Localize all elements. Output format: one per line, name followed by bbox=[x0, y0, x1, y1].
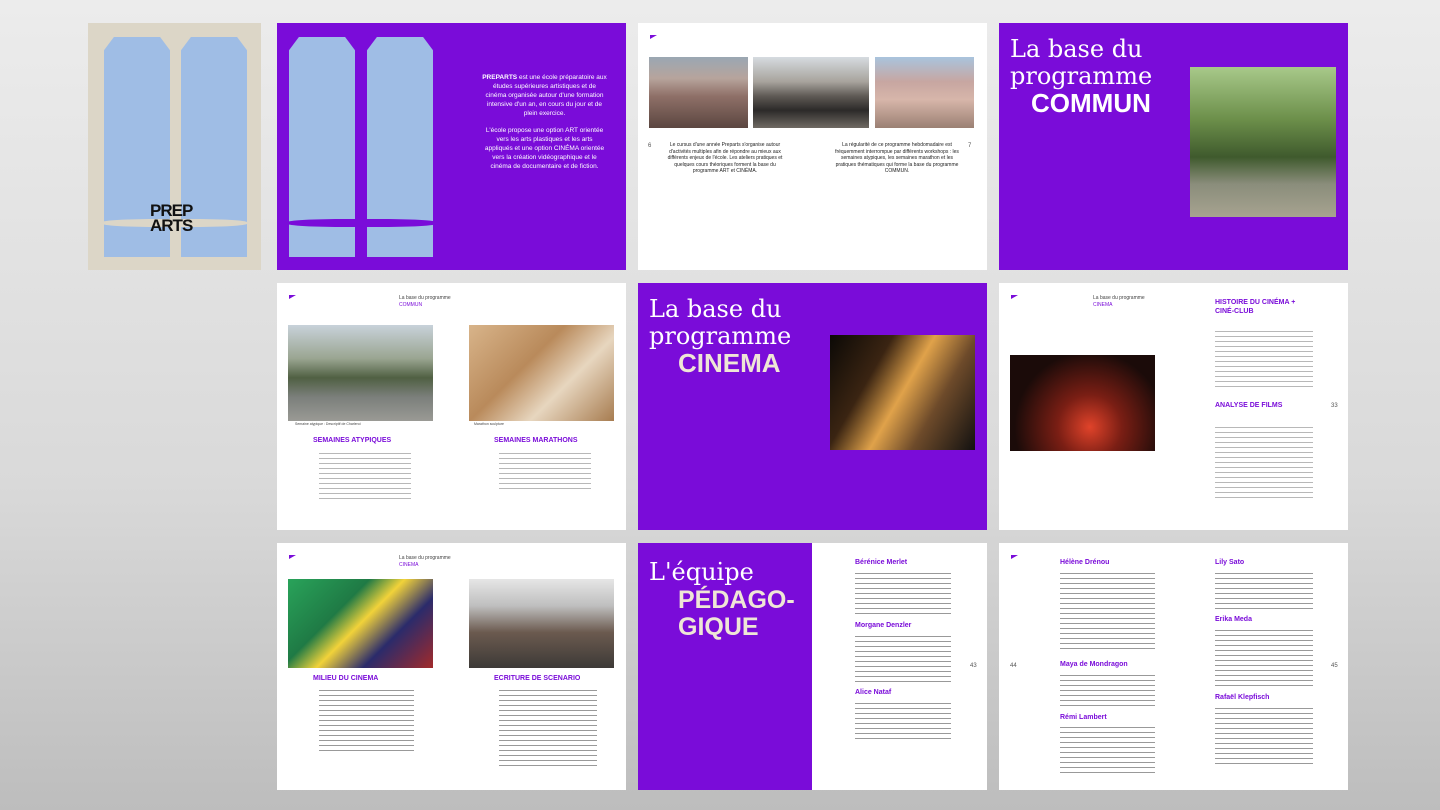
brochure-commun-page[interactable]: La base du programme COMMUN bbox=[999, 23, 1348, 270]
running-header: La base du programme CINEMA bbox=[399, 555, 451, 568]
body-text-left bbox=[319, 453, 411, 503]
photo-group-park bbox=[1190, 67, 1336, 217]
page-number: 6 bbox=[648, 143, 652, 149]
preparts-mini-logo bbox=[289, 555, 296, 559]
section-title: ANALYSE DE FILMS bbox=[1215, 402, 1283, 409]
preparts-mini-logo bbox=[650, 35, 657, 39]
body-text bbox=[855, 703, 951, 741]
equipe-title: L'équipe bbox=[649, 558, 754, 586]
section-title: MILIEU DU CINEMA bbox=[313, 675, 379, 682]
body-text bbox=[855, 573, 951, 615]
body-text bbox=[1060, 675, 1155, 707]
page-number: 7 bbox=[968, 143, 972, 149]
intro-text: PREPARTS est une école préparatoire aux … bbox=[482, 74, 607, 170]
photo-light-shadow bbox=[830, 335, 975, 450]
section-title: SEMAINES ATYPIQUES bbox=[313, 437, 392, 444]
photo-group-street bbox=[753, 57, 869, 128]
photo-green-screen-set bbox=[288, 579, 433, 668]
brochure-cover[interactable]: PREP ARTS bbox=[88, 23, 261, 270]
brochure-cinema-page[interactable]: La base du programme CINEMA bbox=[638, 283, 987, 530]
photo-pink-building bbox=[875, 57, 974, 128]
team-member-name: Hélène Drénou bbox=[1060, 559, 1110, 566]
team-member-name: Maya de Mondragon bbox=[1060, 661, 1128, 668]
team-member-name: Rafaël Klepfisch bbox=[1215, 694, 1270, 701]
brochure-team-page[interactable]: Hélène Drénou Maya de Mondragon Rémi Lam… bbox=[999, 543, 1348, 790]
body-text bbox=[1215, 331, 1313, 391]
brochure-intro-page[interactable]: PREPARTS est une école préparatoire aux … bbox=[277, 23, 626, 270]
photo-caption: Semaine atypique : Descriptif de Charler… bbox=[295, 422, 361, 426]
team-member-name: Morgane Denzler bbox=[855, 622, 912, 629]
body-text-left bbox=[319, 690, 414, 752]
team-member-name: Lily Sato bbox=[1215, 559, 1245, 566]
body-text-right bbox=[499, 690, 597, 768]
intro-window-art bbox=[277, 23, 451, 270]
page-number: 43 bbox=[970, 663, 977, 669]
page-number: 45 bbox=[1331, 663, 1338, 669]
photo-caption: Marathon sculpture bbox=[474, 422, 504, 426]
commun-title: La base du programme COMMUN bbox=[1010, 35, 1153, 118]
preparts-mini-logo bbox=[1011, 555, 1018, 559]
brochure-histoire-page[interactable]: La base du programme CINEMA HISTOIRE DU … bbox=[999, 283, 1348, 530]
photo-students-classroom bbox=[469, 579, 614, 668]
photo-wood-sculpture bbox=[469, 325, 614, 421]
cinema-title: La base du programme CINEMA bbox=[649, 295, 792, 378]
team-member-name: Erika Meda bbox=[1215, 616, 1252, 623]
section-title: HISTOIRE DU CINÉMA + CINÉ-CLUB bbox=[1215, 299, 1296, 315]
spread-text-right: La régularité de ce programme hebdomadai… bbox=[835, 142, 959, 174]
body-text-right bbox=[499, 453, 591, 491]
photo-river-walk bbox=[288, 325, 433, 421]
brochure-equipe-page[interactable]: L'équipe PÉDAGO- GIQUE Bérénice Merlet M… bbox=[638, 543, 987, 790]
section-title: ECRITURE DE SCENARIO bbox=[494, 675, 581, 682]
body-text bbox=[1215, 708, 1313, 766]
spread-text-left: Le cursus d'une année Preparts s'organis… bbox=[667, 142, 783, 174]
body-text bbox=[1215, 573, 1313, 609]
photo-red-theatre bbox=[1010, 355, 1155, 451]
body-text bbox=[1215, 630, 1313, 688]
equipe-title-bold: PÉDAGO- GIQUE bbox=[678, 586, 795, 641]
preparts-mini-logo bbox=[1011, 295, 1018, 299]
page-number: 33 bbox=[1331, 403, 1338, 409]
window-crossbar bbox=[287, 219, 437, 227]
brochure-milieu-page[interactable]: La base du programme CINEMA MILIEU DU CI… bbox=[277, 543, 626, 790]
running-header: La base du programme CINEMA bbox=[1093, 295, 1145, 308]
body-text bbox=[1215, 427, 1313, 499]
section-title: SEMAINES MARATHONS bbox=[494, 437, 578, 444]
photo-building-facade bbox=[649, 57, 748, 128]
equipe-title-panel: L'équipe PÉDAGO- GIQUE bbox=[638, 543, 812, 790]
team-member-name: Rémi Lambert bbox=[1060, 714, 1107, 721]
brochure-spread-photos[interactable]: 6 7 Le cursus d'une année Preparts s'org… bbox=[638, 23, 987, 270]
brochure-semaines-page[interactable]: La base du programme COMMUN Semaine atyp… bbox=[277, 283, 626, 530]
running-header: La base du programme COMMUN bbox=[399, 295, 451, 308]
body-text bbox=[1060, 573, 1155, 653]
team-member-name: Alice Nataf bbox=[855, 689, 892, 696]
body-text bbox=[1060, 727, 1155, 775]
preparts-mini-logo bbox=[289, 295, 296, 299]
prep-arts-logo: PREP ARTS bbox=[150, 201, 193, 235]
body-text bbox=[855, 636, 951, 682]
page-number: 44 bbox=[1010, 663, 1017, 669]
team-member-name: Bérénice Merlet bbox=[855, 559, 908, 566]
